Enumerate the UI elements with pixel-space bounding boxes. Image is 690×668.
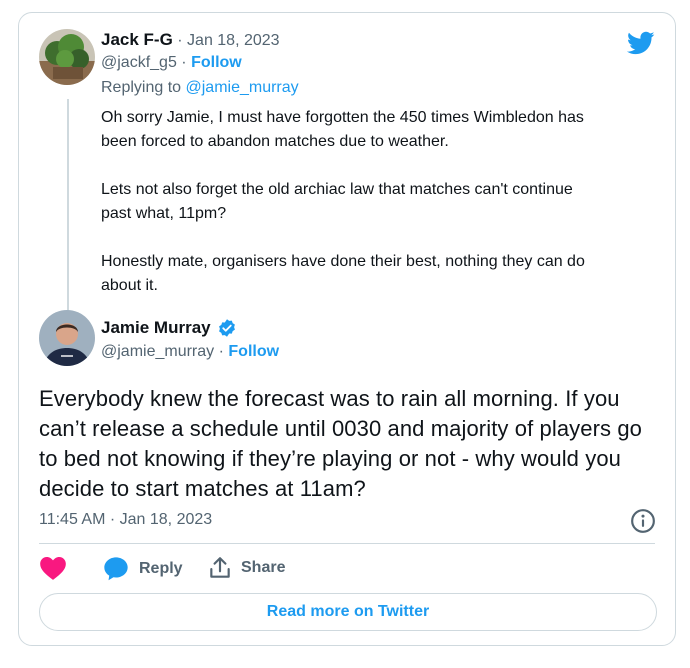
replying-prefix: Replying to — [101, 79, 182, 96]
twitter-bird-icon[interactable] — [626, 29, 655, 57]
share-label: Share — [241, 559, 286, 576]
author-handle[interactable]: @jamie_murray — [101, 343, 214, 360]
reply-label: Reply — [139, 560, 183, 577]
author-name[interactable]: Jamie Murray — [101, 318, 211, 338]
follow-separator: · — [181, 54, 187, 71]
divider — [39, 543, 655, 544]
parent-tweet-paragraph: Honestly mate, organisers have done thei… — [101, 253, 585, 294]
read-more-label: Read more on Twitter — [266, 603, 430, 620]
parent-tweet-paragraph: Lets not also forget the old archiac law… — [101, 181, 573, 222]
tweet-timestamp[interactable]: 11:45 AM · Jan 18, 2023 — [39, 511, 212, 529]
parent-tweet-header: Jack F-G · Jan 18, 2023 — [101, 30, 280, 50]
replying-to-link[interactable]: @jamie_murray — [186, 79, 299, 96]
like-button[interactable] — [39, 555, 67, 581]
share-icon — [207, 555, 233, 581]
avatar-jack[interactable] — [39, 29, 95, 85]
author-name[interactable]: Jack F-G — [101, 30, 173, 49]
share-button[interactable]: Share — [207, 555, 285, 581]
tweet-embed-card: Jack F-G · Jan 18, 2023 @jackf_g5 · Foll… — [18, 12, 676, 646]
avatar-jamie[interactable] — [39, 310, 95, 366]
author-handle[interactable]: @jackf_g5 — [101, 54, 177, 71]
reply-bubble-icon — [101, 555, 131, 583]
thread-line — [67, 99, 69, 313]
replying-to: Replying to @jamie_murray — [101, 79, 299, 97]
main-handle-row: @jamie_murray · Follow — [101, 343, 279, 361]
heart-icon — [39, 555, 67, 581]
verified-badge-icon — [217, 318, 237, 338]
parent-handle-row: @jackf_g5 · Follow — [101, 54, 242, 72]
follow-separator: · — [218, 343, 224, 360]
follow-button[interactable]: Follow — [228, 343, 279, 360]
parent-tweet-paragraph: Oh sorry Jamie, I must have forgotten th… — [101, 109, 584, 150]
read-more-button[interactable]: Read more on Twitter — [39, 593, 657, 631]
info-icon[interactable] — [630, 508, 656, 534]
main-tweet-text: Everybody knew the forecast was to rain … — [39, 386, 643, 501]
main-tweet-header: Jamie Murray — [101, 318, 237, 338]
tweet-date[interactable]: · Jan 18, 2023 — [177, 32, 279, 49]
follow-button[interactable]: Follow — [191, 54, 242, 71]
reply-button[interactable]: Reply — [101, 555, 183, 583]
